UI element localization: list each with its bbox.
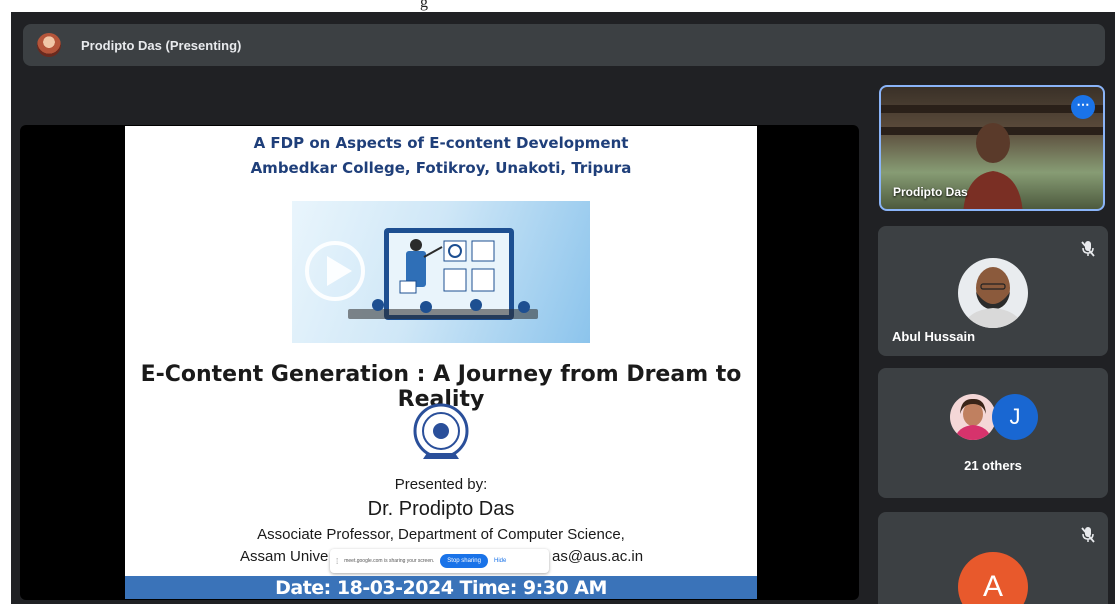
email-text: as@aus.ac.in	[552, 548, 644, 565]
participant-name: Abul Hussain	[892, 329, 976, 344]
presenter-designation: Associate Professor, Department of Compu…	[257, 526, 625, 543]
meet-window: Prodipto Das (Presenting) A FDP on Aspec…	[11, 12, 1115, 604]
participant-avatar	[958, 258, 1028, 328]
others-count-label: 21 others	[964, 458, 1022, 473]
more-options-icon[interactable]: ⋯	[1071, 95, 1095, 119]
participant-initial-avatar: J	[992, 394, 1038, 440]
slide-heading-line2: Ambedkar College, Fotikroy, Unakoti, Tri…	[250, 159, 632, 177]
mic-off-icon	[1081, 241, 1095, 257]
participant-avatar	[950, 394, 996, 440]
others-avatars: J	[950, 394, 1046, 440]
screen-share-notice: ⁞ meet.google.com is sharing your screen…	[330, 549, 549, 573]
participant-video	[963, 123, 1023, 209]
presented-by-label: Presented by:	[394, 476, 488, 493]
presenting-bar: Prodipto Das (Presenting)	[23, 24, 1105, 66]
presenter-full-name: Dr. Prodipto Das	[367, 498, 515, 520]
drag-handle-icon[interactable]: ⁞	[336, 557, 338, 566]
participant-initial-avatar: A	[958, 552, 1028, 604]
date-time-band: Date: 18-03-2024 Time: 9:30 AM	[125, 576, 757, 599]
e-content-illustration	[292, 201, 590, 343]
pergola-beam	[881, 105, 1103, 113]
mic-off-icon	[1081, 527, 1095, 543]
university-seal-icon	[408, 401, 474, 467]
participant-tile[interactable]: A	[878, 512, 1108, 604]
shared-slide: A FDP on Aspects of E-content Developmen…	[125, 126, 757, 599]
presenting-label: Prodipto Das (Presenting)	[81, 37, 242, 53]
hide-link[interactable]: Hide	[494, 558, 506, 564]
presenter-avatar	[37, 33, 61, 57]
pinned-participant-name: Prodipto Das	[893, 185, 968, 199]
stop-sharing-button[interactable]: Stop sharing	[440, 554, 488, 568]
others-tile[interactable]: J 21 others	[878, 368, 1108, 498]
cut-off-caption: g	[420, 0, 428, 11]
slide-heading-line1: A FDP on Aspects of E-content Developmen…	[253, 134, 629, 152]
share-notice-text: meet.google.com is sharing your screen.	[344, 558, 435, 564]
institution-text: Assam Unive	[240, 548, 329, 565]
participant-tile[interactable]: Abul Hussain	[878, 226, 1108, 356]
pinned-participant-tile[interactable]: ⋯ Prodipto Das	[879, 85, 1105, 211]
